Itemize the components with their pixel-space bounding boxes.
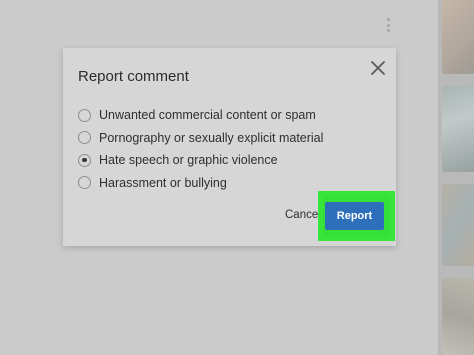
option-label: Pornography or sexually explicit materia… bbox=[99, 130, 324, 145]
option-harassment[interactable]: Harassment or bullying bbox=[78, 172, 323, 195]
close-icon[interactable] bbox=[368, 58, 388, 78]
option-spam[interactable]: Unwanted commercial content or spam bbox=[78, 104, 323, 127]
option-hate-speech[interactable]: Hate speech or graphic violence bbox=[78, 149, 323, 172]
video-thumbnail bbox=[442, 184, 474, 266]
more-vertical-icon bbox=[386, 18, 390, 32]
video-thumbnail bbox=[442, 278, 474, 355]
video-thumbnail bbox=[442, 0, 474, 74]
report-reason-options: Unwanted commercial content or spam Porn… bbox=[78, 104, 323, 194]
radio-button[interactable] bbox=[78, 131, 91, 145]
report-button[interactable]: Report bbox=[325, 202, 384, 230]
option-label: Harassment or bullying bbox=[99, 175, 227, 190]
option-label: Hate speech or graphic violence bbox=[99, 153, 278, 168]
radio-button-selected[interactable] bbox=[78, 153, 91, 167]
radio-button[interactable] bbox=[78, 108, 91, 122]
option-sexual-content[interactable]: Pornography or sexually explicit materia… bbox=[78, 127, 323, 150]
dialog-title: Report comment bbox=[78, 68, 189, 85]
option-label: Unwanted commercial content or spam bbox=[99, 108, 316, 123]
video-thumbnail bbox=[442, 86, 474, 172]
radio-button[interactable] bbox=[78, 176, 91, 190]
